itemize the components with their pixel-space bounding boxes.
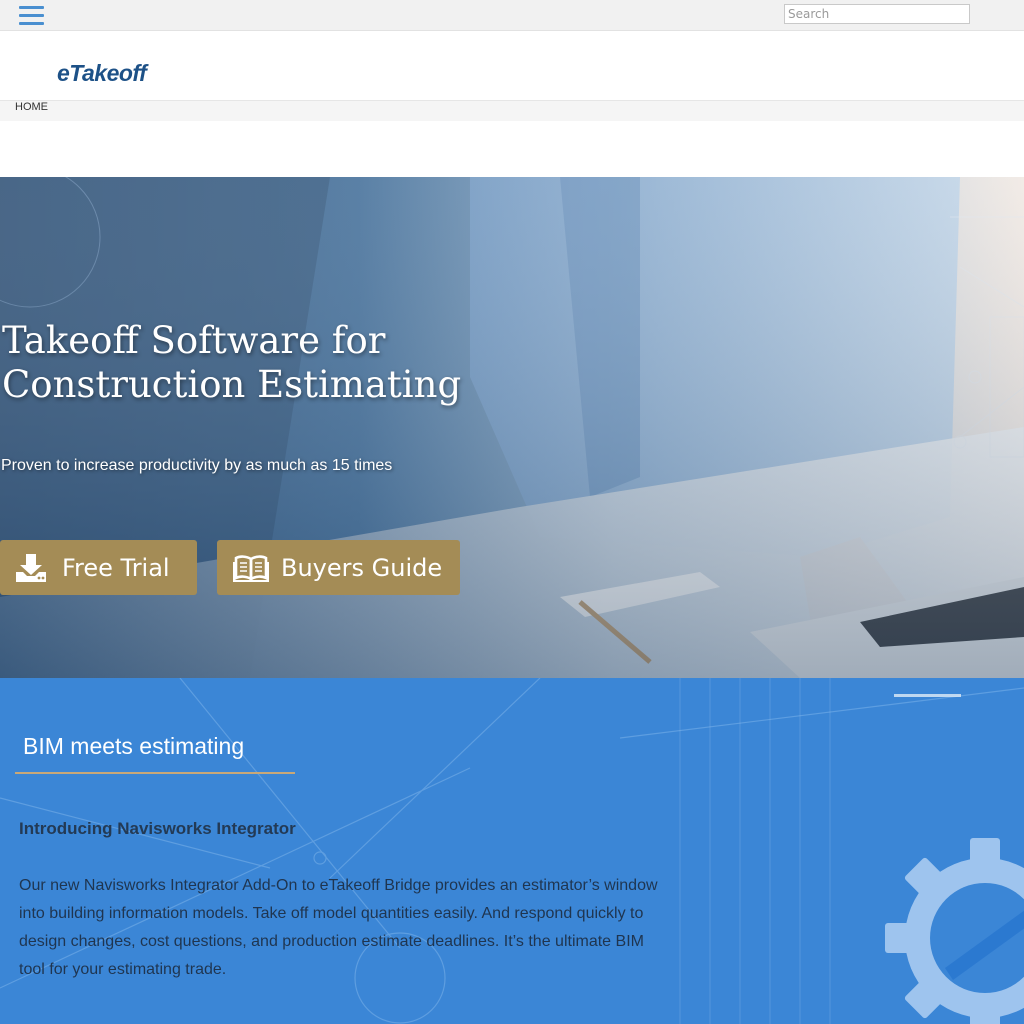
- hero-title-line-1: Takeoff Software for: [2, 319, 386, 362]
- hero-background-image: [0, 177, 1024, 678]
- breadcrumb-home-link[interactable]: HOME: [15, 101, 48, 113]
- site-logo[interactable]: eTakeoff: [57, 60, 147, 87]
- free-trial-label: Free Trial: [62, 553, 170, 582]
- breadcrumb: HOME: [0, 101, 1024, 121]
- book-icon: [233, 554, 269, 582]
- gear-icon: [885, 838, 1024, 1024]
- hero-title: Takeoff Software for Construction Estima…: [2, 319, 461, 407]
- heading-underline: [15, 772, 295, 774]
- download-icon: [15, 553, 47, 583]
- top-bar: [0, 0, 1024, 31]
- hamburger-icon[interactable]: [19, 4, 45, 26]
- buyers-guide-button[interactable]: Buyers Guide: [217, 540, 460, 595]
- hero-subtitle: Proven to increase productivity by as mu…: [1, 457, 393, 474]
- buyers-guide-label: Buyers Guide: [281, 553, 443, 582]
- free-trial-button[interactable]: Free Trial: [0, 540, 197, 595]
- bim-section: BIM meets estimating Introducing Naviswo…: [0, 678, 1024, 1024]
- bim-heading: BIM meets estimating: [23, 733, 245, 759]
- search-input[interactable]: [784, 4, 970, 24]
- hero-banner: Takeoff Software for Construction Estima…: [0, 177, 1024, 678]
- bim-subheading: Introducing Navisworks Integrator: [19, 819, 296, 838]
- hero-title-line-2: Construction Estimating: [2, 363, 462, 406]
- bim-body-text: Our new Navisworks Integrator Add-On to …: [19, 877, 658, 978]
- site-header: eTakeoff: [0, 31, 1024, 101]
